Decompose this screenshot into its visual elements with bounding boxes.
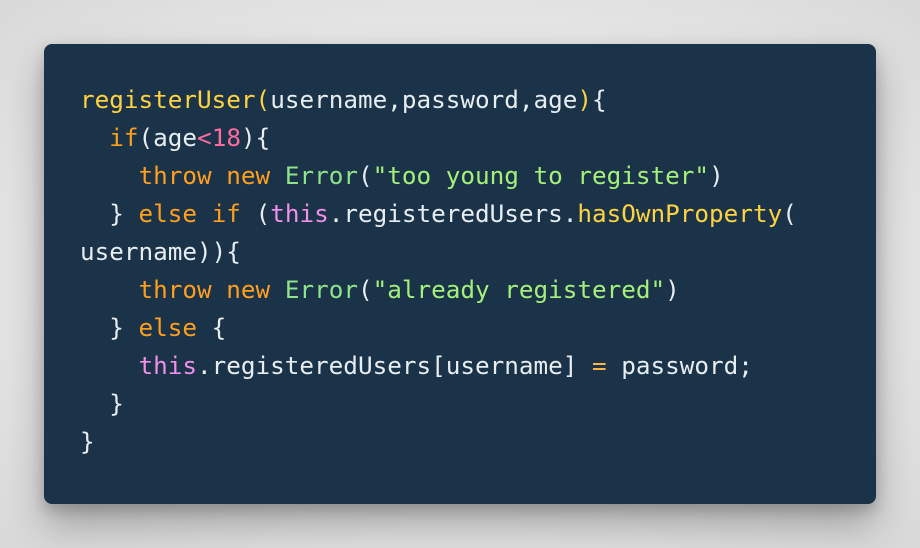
code-token: ( (255, 85, 271, 114)
code-token: } (80, 199, 139, 228)
code-token: ( (782, 199, 797, 228)
code-token: ){ (240, 123, 271, 152)
code-token: hasOwnProperty (577, 199, 783, 228)
code-line: throw new Error("already registered") (80, 271, 797, 309)
code-token: { (592, 85, 607, 114)
code-line: registerUser(username,password,age){ (80, 81, 797, 119)
code-token: else (138, 313, 198, 342)
code-token: 18 (211, 123, 241, 152)
code-token: if (211, 199, 241, 228)
code-token: (age (138, 123, 198, 152)
code-token: this (138, 351, 198, 380)
code-line: } (80, 423, 797, 461)
code-token: username,password,age (270, 85, 578, 114)
code-token: } (80, 427, 95, 456)
code-token: ) (577, 85, 593, 114)
code-token: } (80, 389, 124, 418)
code-token: throw (138, 161, 212, 190)
code-token: registerUser (80, 85, 256, 114)
code-token: Error (284, 275, 358, 304)
code-token: ) (665, 275, 680, 304)
code-token: new (226, 275, 271, 304)
code-line: if(age<18){ (80, 119, 797, 157)
code-token: Error (284, 161, 358, 190)
code-token: < (197, 123, 212, 152)
code-token: ( (240, 199, 271, 228)
code-snippet-card: registerUser(username,password,age){ if(… (44, 44, 876, 504)
code-line: } (80, 385, 797, 423)
code-line: } else if (this.registeredUsers.hasOwnPr… (80, 195, 797, 233)
code-token: "already registered" (372, 275, 666, 304)
code-token: ( (357, 275, 373, 304)
code-token: this (270, 199, 329, 228)
code-token: ( (357, 161, 373, 190)
code-token: username)){ (80, 237, 241, 266)
code-token: } (80, 313, 139, 342)
code-line: throw new Error("too young to register") (80, 157, 797, 195)
code-token: else (138, 199, 198, 228)
code-line: username)){ (80, 233, 797, 271)
code-token: "too young to register" (372, 161, 710, 190)
code-token: .registeredUsers. (328, 199, 578, 228)
code-token: password; (606, 351, 753, 380)
code-token: { (197, 313, 227, 342)
code-block: registerUser(username,password,age){ if(… (80, 81, 797, 461)
code-token: .registeredUsers[username] (197, 351, 592, 380)
code-line: } else { (80, 309, 797, 347)
code-token: throw (138, 275, 212, 304)
code-token: = (592, 351, 607, 380)
code-line: this.registeredUsers[username] = passwor… (80, 347, 797, 385)
code-token: ) (709, 161, 724, 190)
code-token: if (109, 123, 139, 152)
code-token: new (226, 161, 271, 190)
